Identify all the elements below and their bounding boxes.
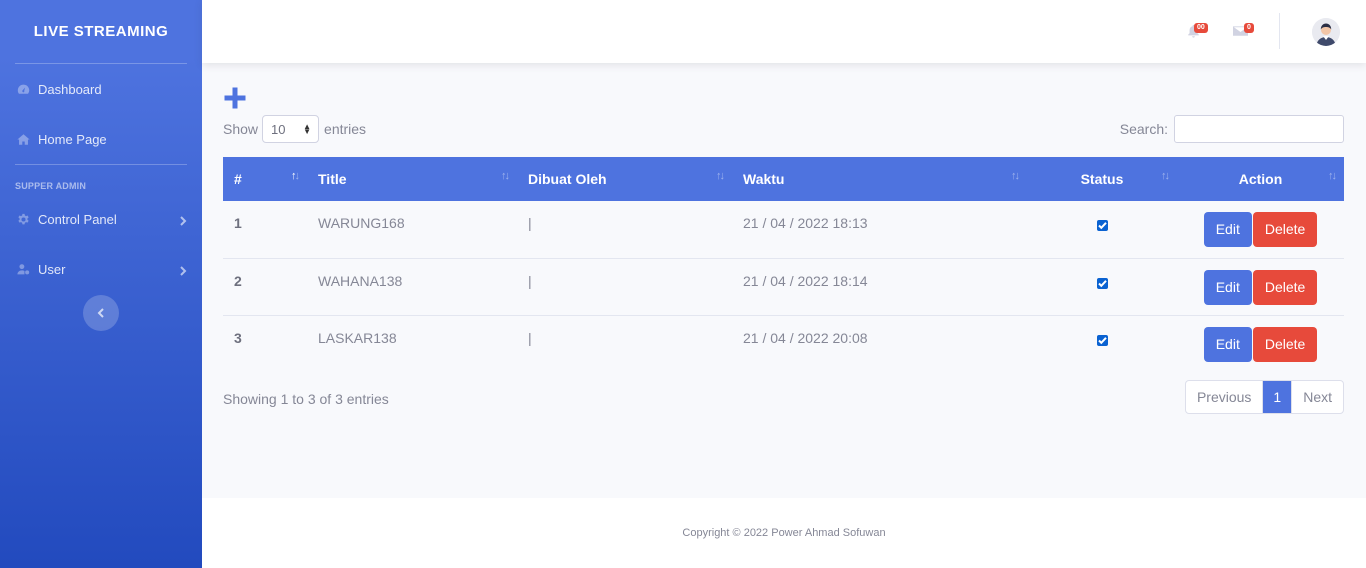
chevron-right-icon (179, 264, 187, 276)
sidebar-item-label: Control Panel (38, 211, 117, 227)
tachometer-icon (15, 82, 31, 96)
sort-icon: ↑↓ (1161, 170, 1170, 182)
status-checkbox[interactable] (1096, 334, 1108, 346)
cell-action: Edit Delete (1177, 258, 1344, 315)
chevron-left-icon (97, 308, 104, 318)
entries-select[interactable]: 10 ▲ ▼ (262, 115, 320, 143)
data-table: # ↑↓ Title ↑↓ Dibuat Oleh ↑↓ Waktu ↑↓ Status… (223, 157, 1344, 372)
cell-number: 3 (234, 329, 242, 346)
sort-icon: ↑↓ (1011, 170, 1020, 182)
sidebar-item-label: User (38, 261, 66, 277)
pagination-previous[interactable]: Previous (1186, 381, 1262, 413)
search-label: Search: (1119, 121, 1168, 137)
column-header-dibuat-oleh[interactable]: Dibuat Oleh ↑↓ (517, 157, 732, 201)
delete-button[interactable]: Delete (1252, 212, 1318, 247)
table-row: 2 WAHANA138 | 21 / 04 / 2022 18:14 Edit D… (223, 258, 1344, 315)
cell-waktu: 21 / 04 / 2022 20:08 (743, 329, 868, 346)
brand-title[interactable]: LIVE STREAMING (0, 0, 202, 63)
delete-button[interactable]: Delete (1252, 326, 1318, 362)
topbar-divider (1279, 13, 1280, 49)
select-arrows-icon: ▲ ▼ (303, 122, 312, 136)
sidebar-item-home-page[interactable]: Home Page (0, 114, 202, 164)
messages-button[interactable]: 0 (1233, 20, 1254, 40)
plus-icon (224, 87, 246, 109)
edit-button[interactable]: Edit (1203, 212, 1252, 247)
entries-length: Show 10 ▲ ▼ entries (223, 115, 366, 143)
column-header-waktu[interactable]: Waktu ↑↓ (732, 157, 1027, 201)
user-cog-icon (15, 262, 31, 276)
column-header-status[interactable]: Status ↑↓ (1027, 157, 1177, 201)
sidebar-item-dashboard[interactable]: Dashboard (0, 64, 202, 114)
messages-count-badge: 0 (1244, 23, 1254, 33)
sidebar-item-control-panel[interactable]: Control Panel (0, 194, 202, 244)
edit-button[interactable]: Edit (1203, 326, 1252, 362)
show-label: Show (223, 121, 259, 137)
column-header-number[interactable]: # ↑↓ (223, 157, 307, 201)
search-input[interactable] (1174, 115, 1344, 143)
sort-icon: ↑↓ (1328, 170, 1337, 182)
cell-action: Edit Delete (1177, 201, 1344, 258)
table-header-row: # ↑↓ Title ↑↓ Dibuat Oleh ↑↓ Waktu ↑↓ Status… (223, 157, 1344, 201)
cell-number: 2 (234, 272, 242, 289)
avatar[interactable] (1312, 18, 1340, 46)
sidebar-toggle-button[interactable] (83, 295, 119, 331)
alerts-count-badge: 00 (1194, 23, 1208, 33)
cell-number: 1 (234, 215, 242, 231)
sort-icon: ↑↓ (716, 170, 725, 182)
cell-waktu: 21 / 04 / 2022 18:14 (743, 272, 868, 289)
sidebar-item-label: Dashboard (38, 81, 102, 97)
entries-select-value: 10 (271, 121, 286, 137)
cell-dibuat-oleh: | (528, 272, 532, 289)
alerts-button[interactable]: 00 (1186, 20, 1208, 40)
delete-button[interactable]: Delete (1252, 269, 1318, 305)
column-header-title[interactable]: Title ↑↓ (307, 157, 517, 201)
main-content: Show 10 ▲ ▼ entries Search: # ↑↓ Title ↑↓ D… (202, 63, 1366, 498)
sidebar: LIVE STREAMING Dashboard Home Page SUPPE… (0, 0, 202, 568)
sort-asc-icon: ↑↓ (291, 170, 300, 182)
table-info: Showing 1 to 3 of 3 entries (223, 391, 389, 407)
cell-title: WARUNG168 (318, 215, 405, 231)
chevron-right-icon (179, 214, 187, 226)
cell-status (1027, 201, 1177, 258)
footer: Copyright © 2022 Power Ahmad Sofuwan (202, 498, 1366, 568)
cell-status (1027, 315, 1177, 372)
sort-icon: ↑↓ (501, 170, 510, 182)
add-button[interactable] (223, 86, 247, 110)
table-row: 1 WARUNG168 | 21 / 04 / 2022 18:13 Edit D… (223, 201, 1344, 258)
edit-button[interactable]: Edit (1203, 269, 1252, 305)
sidebar-heading: SUPPER ADMIN (15, 181, 87, 191)
home-icon (15, 132, 31, 146)
topbar: 00 0 (202, 0, 1366, 63)
pagination-page-1[interactable]: 1 (1262, 381, 1292, 413)
search-filter: Search: (1120, 115, 1344, 143)
sidebar-item-user[interactable]: User (0, 244, 202, 294)
cell-status (1027, 258, 1177, 315)
cell-dibuat-oleh: | (528, 329, 532, 346)
cell-action: Edit Delete (1177, 315, 1344, 372)
status-checkbox[interactable] (1096, 220, 1108, 231)
cell-title: LASKAR138 (318, 329, 397, 346)
cog-icon (15, 212, 31, 226)
cell-waktu: 21 / 04 / 2022 18:13 (743, 215, 868, 231)
cell-dibuat-oleh: | (528, 215, 532, 231)
status-checkbox[interactable] (1096, 277, 1108, 289)
sidebar-item-label: Home Page (38, 131, 107, 147)
table-row: 3 LASKAR138 | 21 / 04 / 2022 20:08 Edit D… (223, 315, 1344, 372)
pagination: Previous 1 Next (1184, 380, 1344, 414)
copyright-text: Copyright © 2022 Power Ahmad Sofuwan (682, 527, 886, 539)
cell-title: WAHANA138 (318, 272, 403, 289)
entries-label: entries (324, 121, 367, 137)
pagination-next[interactable]: Next (1291, 381, 1343, 413)
column-header-action[interactable]: Action ↑↓ (1177, 157, 1344, 201)
